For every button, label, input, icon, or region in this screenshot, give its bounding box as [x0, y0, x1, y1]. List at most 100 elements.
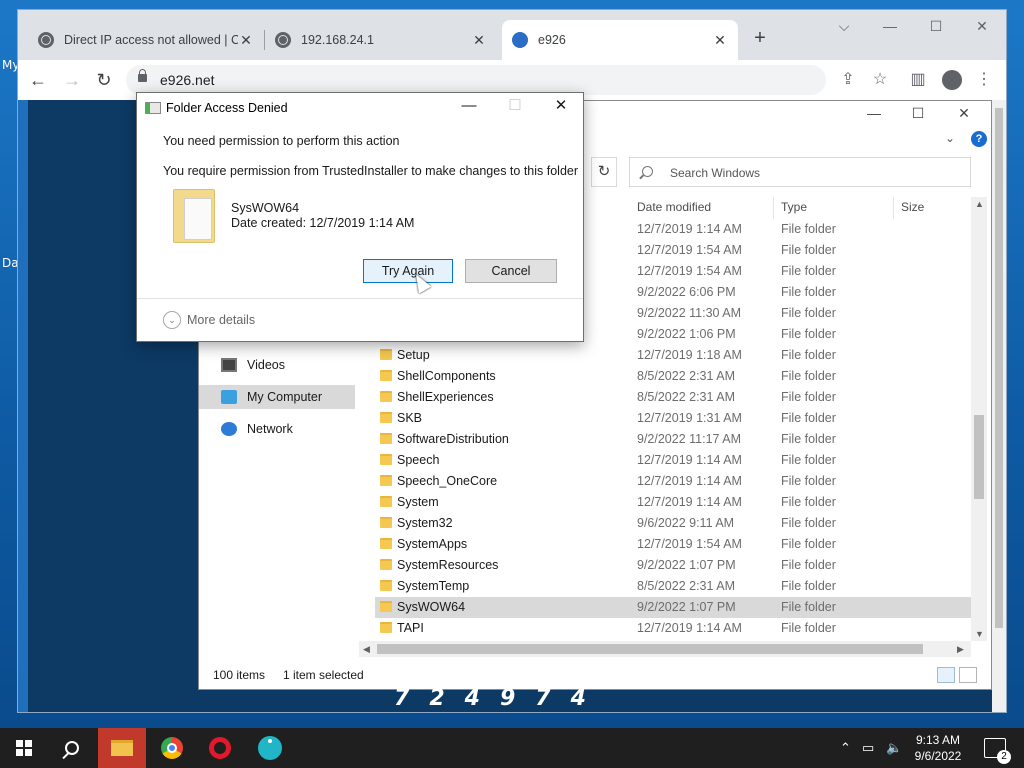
scroll-right-icon[interactable]: ▶	[957, 644, 964, 655]
file-row[interactable]: Speech 12/7/2019 1:14 AM File folder	[375, 450, 971, 471]
search-input[interactable]: Search Windows	[629, 157, 971, 187]
file-type: File folder	[781, 537, 836, 551]
explorer-maximize-icon[interactable]: ☐	[903, 105, 933, 122]
scroll-down-icon[interactable]: ▼	[975, 629, 984, 639]
scroll-up-icon[interactable]: ▲	[975, 199, 984, 209]
tab-direct-ip[interactable]: Direct IP access not allowed | Clo ✕	[28, 20, 264, 60]
close-tab-icon[interactable]: ✕	[238, 32, 254, 49]
share-icon[interactable]: ⇪	[838, 70, 858, 90]
tab-router[interactable]: 192.168.24.1 ✕	[265, 20, 497, 60]
dialog-title: Folder Access Denied	[166, 101, 288, 115]
new-tab-button[interactable]: +	[748, 26, 772, 50]
refresh-button[interactable]: ↻	[591, 157, 617, 187]
taskbar-opera[interactable]	[196, 728, 244, 768]
file-row[interactable]: SystemApps 12/7/2019 1:54 AM File folder	[375, 534, 971, 555]
folder-icon	[380, 538, 392, 549]
file-row[interactable]: ShellExperiences 8/5/2022 2:31 AM File fol…	[375, 387, 971, 408]
close-tab-icon[interactable]: ✕	[712, 32, 728, 49]
file-row[interactable]: Speech_OneCore 12/7/2019 1:14 AM File fold…	[375, 471, 971, 492]
network-tray-icon[interactable]: ▭	[862, 740, 874, 756]
forward-icon[interactable]: →	[60, 68, 84, 92]
file-row[interactable]: SoftwareDistribution 9/2/2022 11:17 AM Fil…	[375, 429, 971, 450]
folder-icon	[380, 412, 392, 423]
file-date: 12/7/2019 1:14 AM	[637, 453, 742, 467]
file-row[interactable]: ShellComponents 8/5/2022 2:31 AM File fold…	[375, 366, 971, 387]
dialog-close-icon[interactable]: ✕	[539, 95, 583, 119]
system-clock[interactable]: 9:13 AM 9/6/2022	[908, 732, 968, 764]
close-tab-icon[interactable]: ✕	[471, 32, 487, 49]
url-text[interactable]: e926.net	[160, 72, 215, 88]
nav-item-videos[interactable]: Videos	[199, 353, 355, 377]
file-row[interactable]: System 12/7/2019 1:14 AM File folder	[375, 492, 971, 513]
folder-icon	[380, 454, 392, 465]
folder-icon	[380, 475, 392, 486]
scrollbar-thumb[interactable]	[974, 415, 984, 499]
file-row[interactable]: TAPI 12/7/2019 1:14 AM File folder	[375, 618, 971, 639]
bookmark-star-icon[interactable]: ☆	[870, 70, 890, 90]
more-details-toggle[interactable]: ⌄ More details	[163, 311, 255, 329]
taskbar-chrome[interactable]	[148, 728, 196, 768]
menu-kebab-icon[interactable]: ⋮	[974, 70, 994, 90]
clock-date: 9/6/2022	[914, 749, 962, 763]
details-view-icon[interactable]	[937, 667, 955, 683]
large-icons-view-icon[interactable]	[959, 667, 977, 683]
close-window-icon[interactable]: ✕	[962, 18, 1002, 35]
explorer-close-icon[interactable]: ✕	[949, 105, 979, 122]
scrollbar-thumb[interactable]	[995, 108, 1003, 628]
file-type: File folder	[781, 222, 836, 236]
taskbar-search-button[interactable]	[48, 728, 96, 768]
computer-icon	[221, 390, 237, 404]
desktop-icon-label[interactable]: Da	[2, 256, 19, 270]
lock-icon[interactable]	[138, 69, 147, 82]
cancel-button[interactable]: Cancel	[465, 259, 557, 283]
videos-icon	[221, 358, 237, 372]
address-bar[interactable]: e926.net	[126, 65, 826, 95]
file-row[interactable]: System32 9/6/2022 9:11 AM File folder	[375, 513, 971, 534]
tab-label: 192.168.24.1	[301, 33, 374, 47]
selection-count: 1 item selected	[283, 668, 364, 682]
back-icon[interactable]: ←	[26, 68, 50, 92]
file-date: 8/5/2022 2:31 AM	[637, 369, 735, 383]
tab-search-icon[interactable]: ⌵	[824, 18, 864, 35]
column-divider[interactable]	[893, 197, 894, 219]
scrollbar-thumb[interactable]	[377, 644, 923, 654]
vertical-scrollbar[interactable]: ▲ ▼	[971, 197, 987, 641]
side-panel-icon[interactable]: ▥	[908, 70, 928, 90]
minimize-icon[interactable]: —	[870, 18, 910, 34]
dialog-maximize-icon: ☐	[508, 97, 522, 114]
folder-icon	[380, 391, 392, 402]
dialog-minimize-icon[interactable]: —	[447, 95, 491, 119]
ribbon-expand-icon[interactable]: ⌄	[945, 131, 955, 145]
ticker-digit: 2	[429, 686, 445, 711]
desktop-icon-label[interactable]: My	[2, 58, 19, 72]
taskbar-accessibility-app[interactable]	[246, 728, 294, 768]
nav-item-network[interactable]: Network	[199, 417, 355, 441]
folder-icon	[380, 496, 392, 507]
profile-avatar-icon[interactable]	[942, 70, 962, 90]
help-icon[interactable]: ?	[971, 131, 987, 147]
file-date: 9/2/2022 1:07 PM	[637, 558, 736, 572]
column-divider[interactable]	[773, 197, 774, 219]
file-row[interactable]: Setup 12/7/2019 1:18 AM File folder	[375, 345, 971, 366]
tray-overflow-icon[interactable]: ⌃	[840, 740, 851, 756]
file-row[interactable]: SysWOW64 9/2/2022 1:07 PM File folder	[375, 597, 971, 618]
maximize-icon[interactable]: ☐	[916, 18, 956, 35]
scroll-left-icon[interactable]: ◀	[363, 644, 370, 655]
file-date: 9/2/2022 6:06 PM	[637, 285, 736, 299]
tab-e926[interactable]: e926 ✕	[502, 20, 738, 60]
file-type: File folder	[781, 411, 836, 425]
volume-icon[interactable]: 🔈	[886, 740, 902, 756]
taskbar-file-explorer[interactable]	[98, 728, 146, 768]
start-button[interactable]	[0, 728, 48, 768]
notification-center-icon[interactable]: 2	[984, 738, 1011, 764]
file-type: File folder	[781, 285, 836, 299]
horizontal-scrollbar[interactable]: ◀ ▶	[359, 641, 971, 657]
explorer-minimize-icon[interactable]: —	[859, 105, 889, 121]
file-row[interactable]: SystemResources 9/2/2022 1:07 PM File fold…	[375, 555, 971, 576]
nav-item-my-computer[interactable]: My Computer	[199, 385, 355, 409]
page-scrollbar[interactable]	[992, 100, 1006, 712]
reload-icon[interactable]: ↻	[92, 68, 116, 92]
file-row[interactable]: SKB 12/7/2019 1:31 AM File folder	[375, 408, 971, 429]
try-again-button[interactable]: Try Again	[363, 259, 453, 283]
file-row[interactable]: SystemTemp 8/5/2022 2:31 AM File folder	[375, 576, 971, 597]
